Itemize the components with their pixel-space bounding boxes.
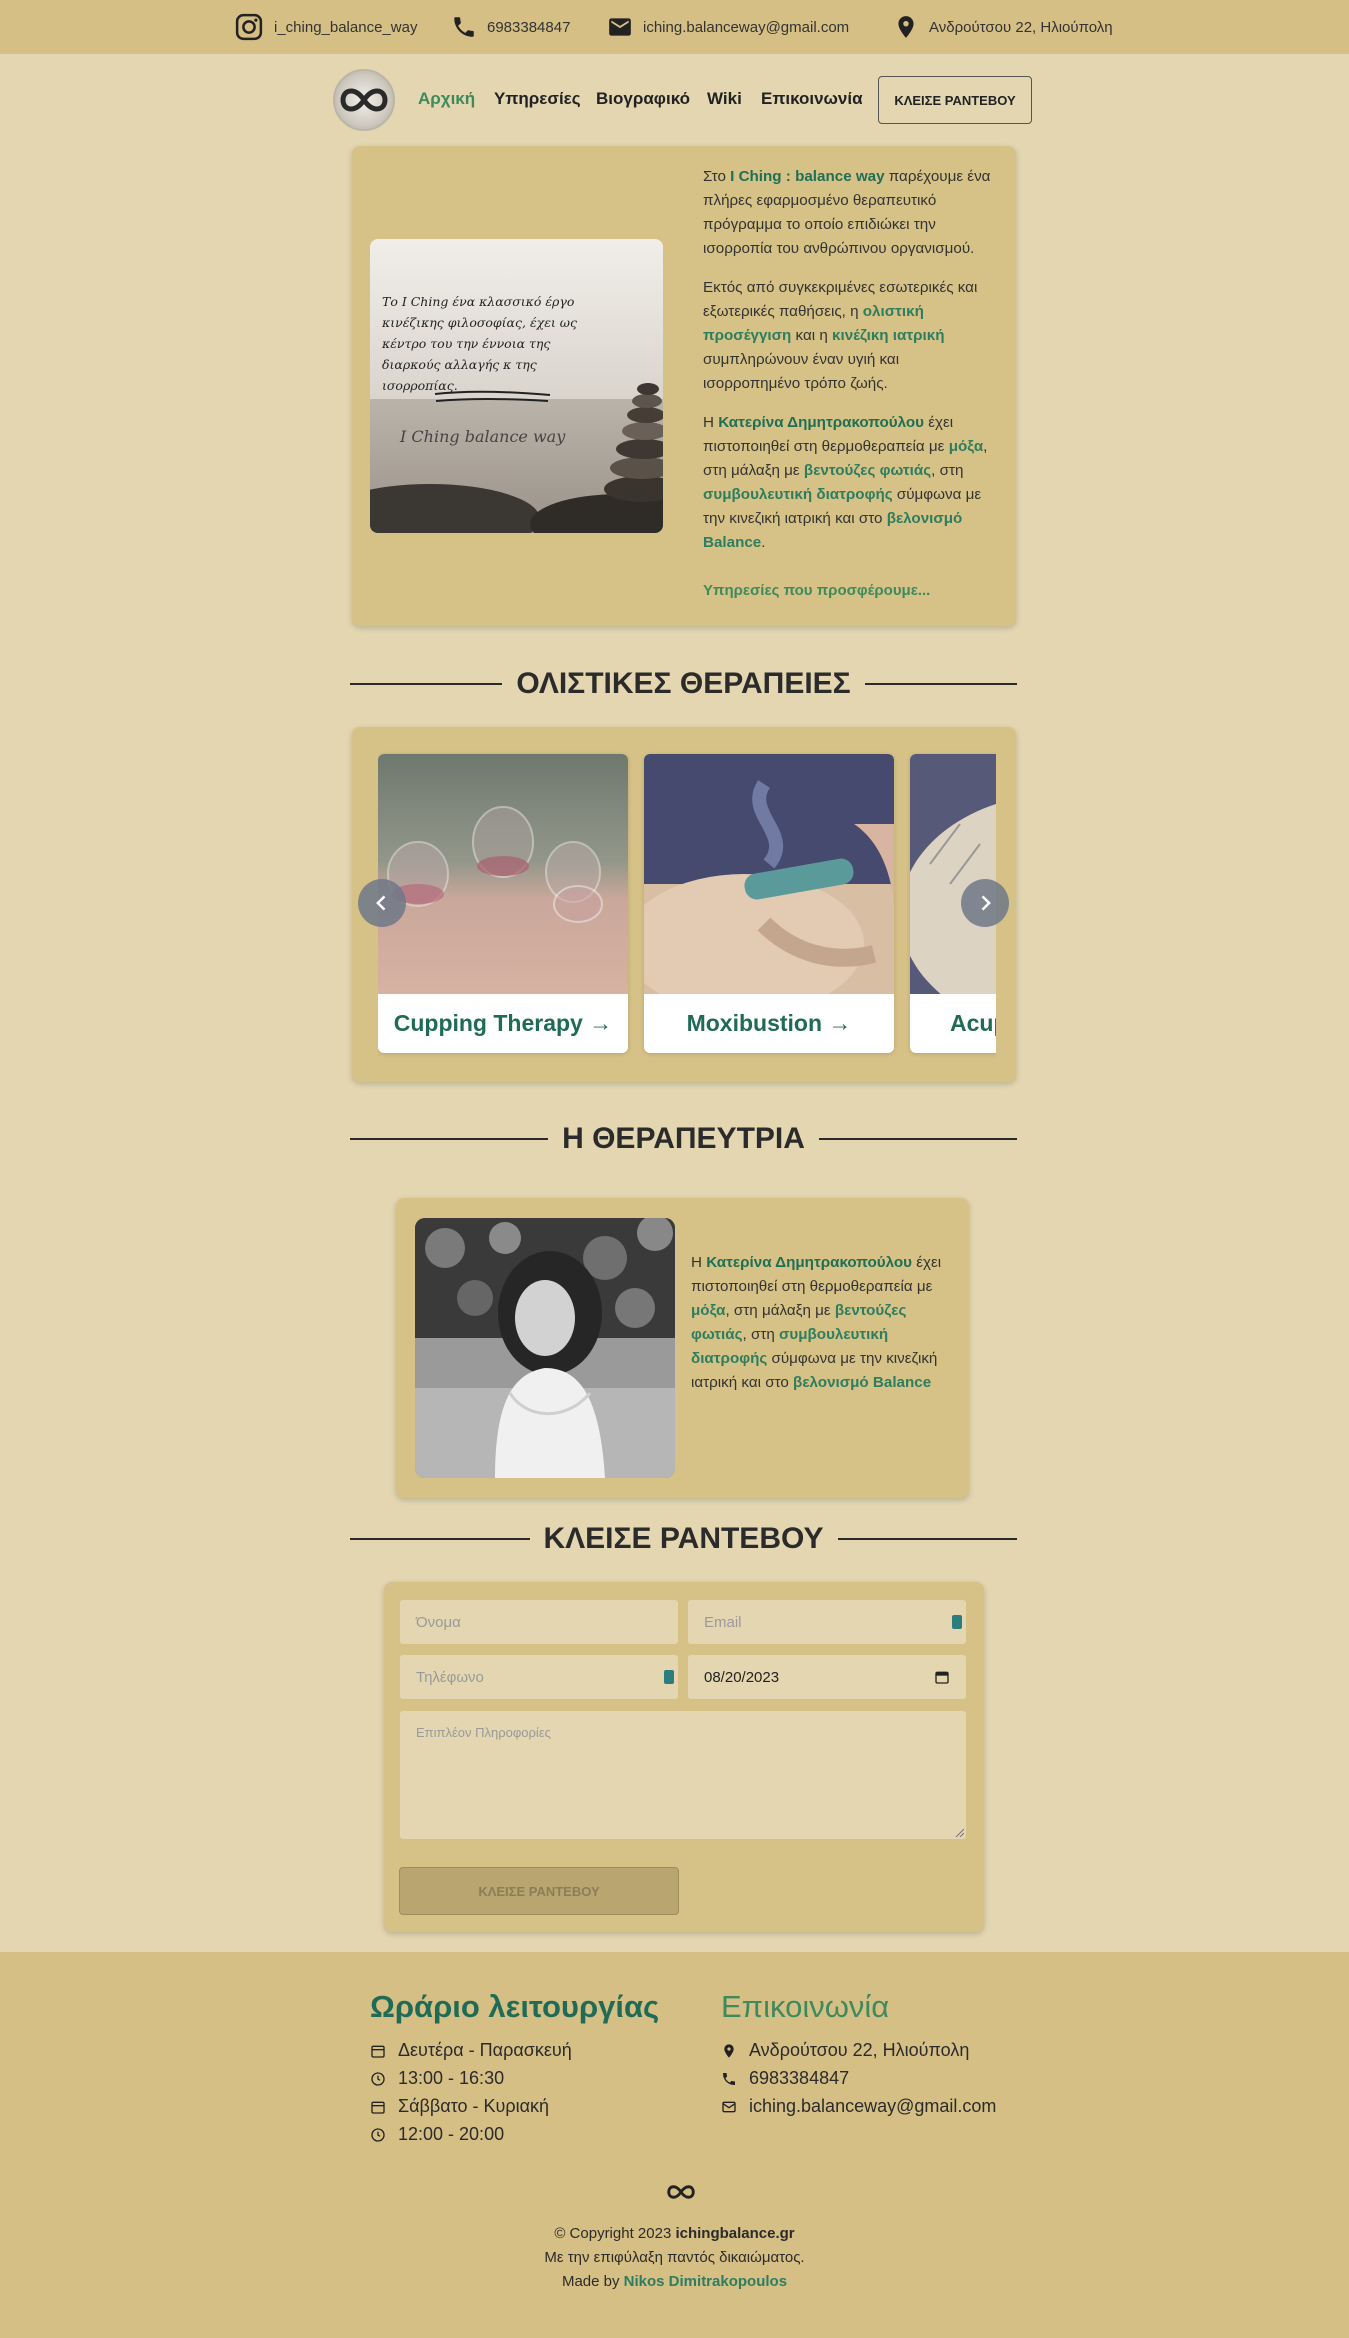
heading-rule xyxy=(818,1138,1017,1140)
infinity-logo-icon xyxy=(340,88,388,112)
nav-biography[interactable]: Βιογραφικό xyxy=(596,89,690,109)
arrow-right-icon: → xyxy=(828,1010,852,1036)
therapy-card-cupping[interactable]: Cupping Therapy → xyxy=(378,754,628,1053)
autofill-icon[interactable] xyxy=(952,1615,962,1629)
carousel-viewport: Cupping Therapy → Moxibustion → Acup xyxy=(378,740,996,1070)
carousel-next-button[interactable] xyxy=(961,879,1009,927)
hours-weekdays-time: 13:00 - 16:30 xyxy=(370,2068,504,2089)
therapy-card-label: Cupping Therapy → xyxy=(393,1010,613,1036)
therapy-card-label: Moxibustion → xyxy=(686,1010,852,1036)
hours-weekend: Σάββατο - Κυριακή xyxy=(370,2096,549,2117)
therapist-heading: Η ΘΕΡΑΠΕΥΤΡΙΑ xyxy=(350,1119,1017,1159)
email-address: iching.balanceway@gmail.com xyxy=(643,18,850,36)
phone-field[interactable]: Τηλέφωνο xyxy=(400,1655,678,1699)
instagram-handle: i_ching_balance_way xyxy=(274,18,418,36)
site-domain: ichingbalance.gr xyxy=(675,2225,795,2242)
therapies-heading: ΟΛΙΣΤΙΚΕΣ ΘΕΡΑΠΕΙΕΣ xyxy=(350,664,1017,704)
nav-services[interactable]: Υπηρεσίες xyxy=(494,89,581,109)
heading-rule xyxy=(864,683,1017,685)
nav-contact[interactable]: Επικοινωνία xyxy=(761,89,863,109)
map-pin-icon xyxy=(898,16,914,38)
map-pin-icon xyxy=(724,2043,734,2058)
therapy-card-label: Acup xyxy=(950,1010,996,1036)
therapies-heading-text: ΟΛΙΣΤΙΚΕΣ ΘΕΡΑΠΕΙΕΣ xyxy=(516,667,851,700)
made-by-line: Made by Nikos Dimitrakopoulos xyxy=(561,2273,788,2290)
submit-booking-button[interactable]: ΚΛΕΙΣΕ ΡΑΝΤΕΒΟΥ xyxy=(399,1867,679,1915)
calendar-icon[interactable] xyxy=(934,1669,950,1685)
mail-icon xyxy=(609,18,631,36)
intro-image-quote: Το I Ching ένα κλασσικό έργο κινέζικης φ… xyxy=(382,294,578,393)
email-field[interactable]: Email xyxy=(688,1600,966,1644)
chevron-left-icon xyxy=(376,895,386,911)
therapy-card-moxibustion[interactable]: Moxibustion → xyxy=(644,754,894,1053)
address-text: Ανδρούτσου 22, Ηλιούπολη xyxy=(929,18,1113,36)
nav-home[interactable]: Αρχική xyxy=(418,89,475,109)
author-link[interactable]: Nikos Dimitrakopoulos xyxy=(624,2273,787,2290)
copyright-line: © Copyright 2023 ichingbalance.gr xyxy=(554,2225,795,2242)
extra-info-textarea[interactable]: Επιπλέον Πληροφορίες xyxy=(400,1711,966,1839)
hours-weekend-time: 12:00 - 20:00 xyxy=(370,2124,504,2145)
nav-wiki[interactable]: Wiki xyxy=(707,89,742,109)
instagram-link[interactable]: i_ching_balance_way xyxy=(234,13,417,41)
cupping-image xyxy=(378,754,628,994)
intro-image-signature: I Ching balance way xyxy=(400,427,566,446)
heading-rule xyxy=(350,683,503,685)
address-link[interactable]: Ανδρούτσου 22, Ηλιούπολη xyxy=(893,13,1113,41)
phone-number: 6983384847 xyxy=(487,18,571,36)
calendar-icon xyxy=(371,2045,385,2058)
phone-icon xyxy=(454,17,474,37)
therapist-photo xyxy=(415,1218,675,1478)
booking-heading: ΚΛΕΙΣΕ ΡΑΝΤΕΒΟΥ xyxy=(350,1519,1017,1559)
footer-address[interactable]: Ανδρούτσου 22, Ηλιούπολη xyxy=(721,2040,969,2061)
heading-rule xyxy=(837,1538,1017,1540)
clock-icon xyxy=(371,2071,385,2086)
carousel-prev-button[interactable] xyxy=(358,879,406,927)
footer: Ωράριο λειτουργίας Δευτέρα - Παρασκευή 1… xyxy=(0,1952,1349,2338)
clock-icon xyxy=(371,2127,385,2142)
infinity-icon xyxy=(667,2185,695,2199)
therapist-heading-text: Η ΘΕΡΑΠΕΥΤΡΙΑ xyxy=(562,1122,805,1155)
footer-phone[interactable]: 6983384847 xyxy=(721,2068,849,2089)
heading-rule xyxy=(350,1538,530,1540)
book-appointment-button[interactable]: ΚΛΕΙΣΕ ΡΑΝΤΕΒΟΥ xyxy=(878,76,1032,124)
moxibustion-image xyxy=(644,754,894,994)
acupuncture-image xyxy=(910,754,996,994)
therapist-bio: Η Κατερίνα Δημητρακοπούλου έχει πιστοποι… xyxy=(691,1254,942,1391)
top-contact-bar: i_ching_balance_way 6983384847 iching.ba… xyxy=(0,0,1349,54)
hours-title: Ωράριο λειτουργίας xyxy=(370,1989,660,2024)
resize-handle-icon[interactable] xyxy=(954,1827,964,1837)
intro-text: Στο I Ching : balance way παρέχουμε ένα … xyxy=(703,168,991,551)
calendar-icon xyxy=(371,2101,385,2114)
hours-weekdays: Δευτέρα - Παρασκευή xyxy=(370,2040,572,2061)
date-field[interactable]: 08/20/2023 xyxy=(688,1655,966,1699)
heading-rule xyxy=(350,1138,549,1140)
arrow-right-icon: → xyxy=(589,1010,613,1036)
footer-email[interactable]: iching.balanceway@gmail.com xyxy=(721,2096,996,2117)
chevron-right-icon xyxy=(981,895,991,911)
brand-highlight: I Ching : balance way xyxy=(730,168,885,185)
autofill-icon[interactable] xyxy=(664,1670,674,1684)
instagram-icon xyxy=(235,13,263,41)
date-value: 08/20/2023 xyxy=(704,1668,780,1686)
intro-image: Το I Ching ένα κλασσικό έργο κινέζικης φ… xyxy=(370,239,663,533)
site-logo[interactable] xyxy=(333,69,395,131)
rights-line: Με την επιφύλαξη παντός δικαιώματος. xyxy=(544,2249,805,2266)
phone-icon xyxy=(723,2072,735,2085)
name-field[interactable]: Όνομα xyxy=(400,1600,678,1644)
mail-icon xyxy=(722,2101,736,2112)
booking-heading-text: ΚΛΕΙΣΕ ΡΑΝΤΕΒΟΥ xyxy=(543,1522,824,1555)
services-more-link[interactable]: Υπηρεσίες που προσφέρουμε... xyxy=(703,582,930,599)
contact-title: Επικοινωνία xyxy=(721,1989,890,2024)
email-link[interactable]: iching.balanceway@gmail.com xyxy=(607,13,849,41)
phone-link[interactable]: 6983384847 xyxy=(451,13,570,41)
